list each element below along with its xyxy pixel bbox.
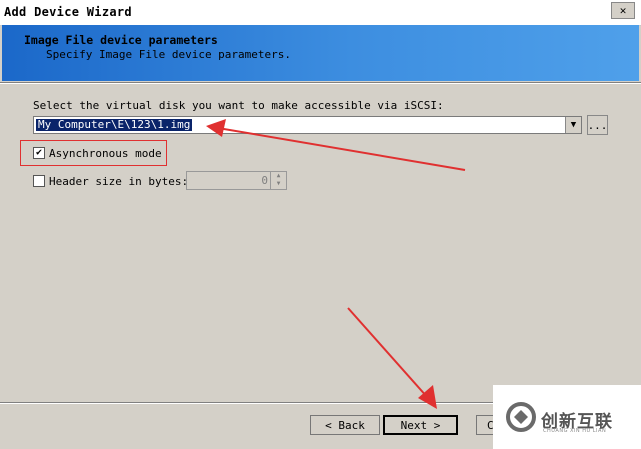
dropdown-arrow-icon[interactable]: ▼ bbox=[565, 117, 581, 133]
logo-icon bbox=[506, 402, 536, 432]
disk-prompt-label: Select the virtual disk you want to make… bbox=[33, 99, 444, 112]
spin-up-icon[interactable]: ▲ bbox=[271, 172, 286, 180]
header-size-checkbox[interactable] bbox=[33, 175, 45, 187]
browse-button[interactable]: ... bbox=[587, 115, 608, 135]
window-title: Add Device Wizard bbox=[4, 5, 132, 19]
close-icon[interactable]: ✕ bbox=[611, 2, 635, 19]
async-checkbox[interactable]: ✔ bbox=[33, 147, 45, 159]
next-button[interactable]: Next > bbox=[383, 415, 458, 435]
header-size-label: Header size in bytes: bbox=[49, 175, 189, 188]
header-title: Image File device parameters bbox=[24, 33, 218, 47]
title-bar: Add Device Wizard ✕ bbox=[0, 0, 641, 26]
arrow-annotation bbox=[347, 307, 437, 409]
wizard-header: Image File device parameters Specify Ima… bbox=[2, 25, 639, 81]
watermark-logo: 创新互联 CHUANG XIN HU LIAN bbox=[493, 385, 641, 449]
async-label: Asynchronous mode bbox=[49, 147, 162, 160]
header-size-stepper[interactable]: 0 ▲ ▼ bbox=[186, 171, 287, 190]
disk-path-combobox[interactable]: My Computer\E\123\1.img ▼ bbox=[33, 116, 582, 134]
back-button[interactable]: < Back bbox=[310, 415, 380, 435]
disk-path-value[interactable]: My Computer\E\123\1.img bbox=[36, 119, 193, 131]
checkmark-icon: ✔ bbox=[35, 147, 43, 158]
header-divider bbox=[0, 82, 641, 84]
watermark-subtitle: CHUANG XIN HU LIAN bbox=[543, 428, 607, 434]
header-subtitle: Specify Image File device parameters. bbox=[46, 48, 292, 61]
spin-down-icon[interactable]: ▼ bbox=[271, 180, 286, 188]
header-size-value[interactable]: 0 bbox=[261, 174, 268, 187]
